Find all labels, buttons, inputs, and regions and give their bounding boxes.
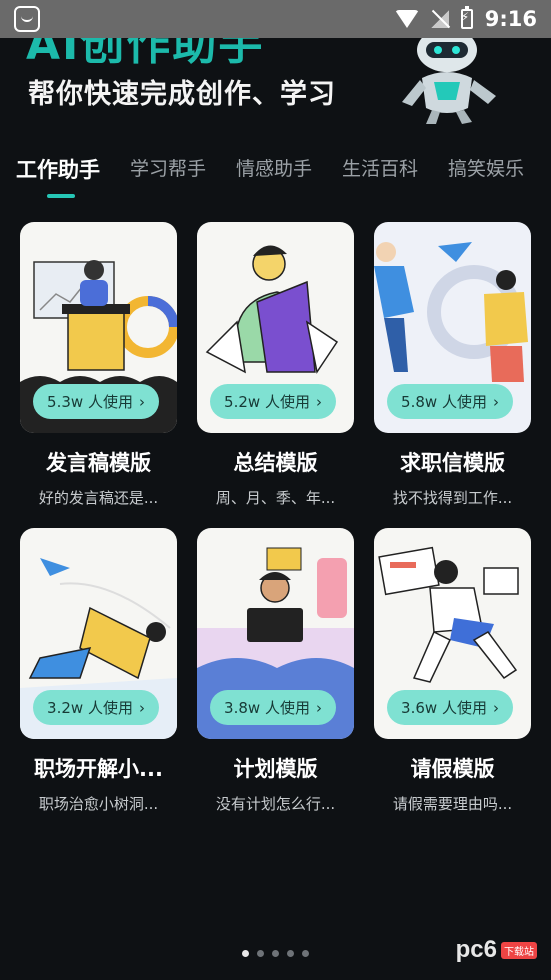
tab-emotion-assistant[interactable]: 情感助手 — [236, 148, 312, 208]
card-title: 发言稿模版 — [46, 451, 151, 475]
watermark-badge: 下载站 — [501, 941, 537, 959]
card-description: 请假需要理由吗... — [392, 795, 513, 813]
card-illustration: 5.2w 人使用 › — [197, 222, 354, 433]
tab-funny-entertainment[interactable]: 搞笑娱乐 — [448, 148, 524, 208]
no-signal-icon — [430, 10, 449, 28]
hero-subtitle: 帮你快速完成创作、学习 — [28, 79, 336, 110]
card-description: 找不找得到工作... — [392, 489, 513, 507]
chevron-right-icon: › — [492, 392, 499, 411]
chevron-right-icon: › — [138, 392, 145, 411]
page-dot[interactable] — [287, 950, 294, 957]
card-title: 计划模版 — [233, 757, 318, 781]
chevron-right-icon: › — [138, 698, 145, 717]
card-title: 总结模版 — [233, 451, 318, 475]
card-title: 职场开解小... — [34, 757, 163, 781]
notification-app-icon — [14, 6, 40, 32]
page-dot[interactable] — [302, 950, 309, 957]
usage-count: 5.8w 人使用 — [401, 393, 487, 411]
usage-count-pill: 3.2w 人使用 › — [33, 690, 159, 725]
chevron-right-icon: › — [315, 392, 322, 411]
status-bar: 9:16 — [0, 0, 551, 38]
status-icons: 9:16 — [394, 6, 537, 31]
card-illustration: 3.6w 人使用 › — [374, 528, 531, 739]
card-description: 好的发言稿还是... — [38, 489, 159, 507]
clock: 9:16 — [484, 7, 537, 31]
card-illustration: 5.3w 人使用 › — [20, 222, 177, 433]
card-illustration: 5.8w 人使用 › — [374, 222, 531, 433]
usage-count-pill: 5.8w 人使用 › — [387, 384, 513, 419]
card-illustration: 3.8w 人使用 › — [197, 528, 354, 739]
page-dot[interactable] — [257, 950, 264, 957]
card-description: 职场治愈小树洞... — [38, 795, 159, 813]
card-title: 求职信模版 — [400, 451, 505, 475]
battery-charging-icon — [460, 6, 473, 29]
usage-count: 5.2w 人使用 — [224, 393, 310, 411]
tab-study-helper[interactable]: 学习帮手 — [130, 148, 206, 208]
usage-count-pill: 3.8w 人使用 › — [210, 690, 336, 725]
card-description: 周、月、季、年... — [215, 489, 336, 507]
usage-count: 3.6w 人使用 — [401, 699, 487, 717]
usage-count-pill: 5.2w 人使用 › — [210, 384, 336, 419]
template-card-leave[interactable]: 3.6w 人使用 › 请假模版 请假需要理由吗... — [374, 528, 531, 814]
card-illustration: 3.2w 人使用 › — [20, 528, 177, 739]
chevron-right-icon: › — [492, 698, 499, 717]
robot-mascot-icon — [402, 38, 496, 124]
chevron-right-icon: › — [315, 698, 322, 717]
page-dot[interactable] — [272, 950, 279, 957]
usage-count-pill: 3.6w 人使用 › — [387, 690, 513, 725]
usage-count: 3.8w 人使用 — [224, 699, 310, 717]
hero-title: AI创作助手 — [26, 38, 265, 70]
usage-count: 5.3w 人使用 — [47, 393, 133, 411]
watermark-text: pc6 — [455, 936, 497, 963]
template-card-speech[interactable]: 5.3w 人使用 › 发言稿模版 好的发言稿还是... — [20, 222, 177, 508]
wifi-icon — [394, 10, 419, 28]
tab-work-assistant[interactable]: 工作助手 — [16, 148, 100, 208]
template-card-workplace-comfort[interactable]: 3.2w 人使用 › 职场开解小... 职场治愈小树洞... — [20, 528, 177, 814]
usage-count: 3.2w 人使用 — [47, 699, 133, 717]
usage-count-pill: 5.3w 人使用 › — [33, 384, 159, 419]
hero-banner: AI创作助手 帮你快速完成创作、学习 — [0, 38, 551, 138]
template-card-summary[interactable]: 5.2w 人使用 › 总结模版 周、月、季、年... — [197, 222, 354, 508]
tab-life-encyclopedia[interactable]: 生活百科 — [342, 148, 418, 208]
category-tabs: 工作助手 学习帮手 情感助手 生活百科 搞笑娱乐 — [0, 148, 551, 208]
card-description: 没有计划怎么行... — [215, 795, 336, 813]
card-title: 请假模版 — [410, 757, 495, 781]
page-dot[interactable] — [242, 950, 249, 957]
template-card-plan[interactable]: 3.8w 人使用 › 计划模版 没有计划怎么行... — [197, 528, 354, 814]
template-card-cover-letter[interactable]: 5.8w 人使用 › 求职信模版 找不找得到工作... — [374, 222, 531, 508]
watermark: pc6 下载站 — [456, 936, 537, 964]
